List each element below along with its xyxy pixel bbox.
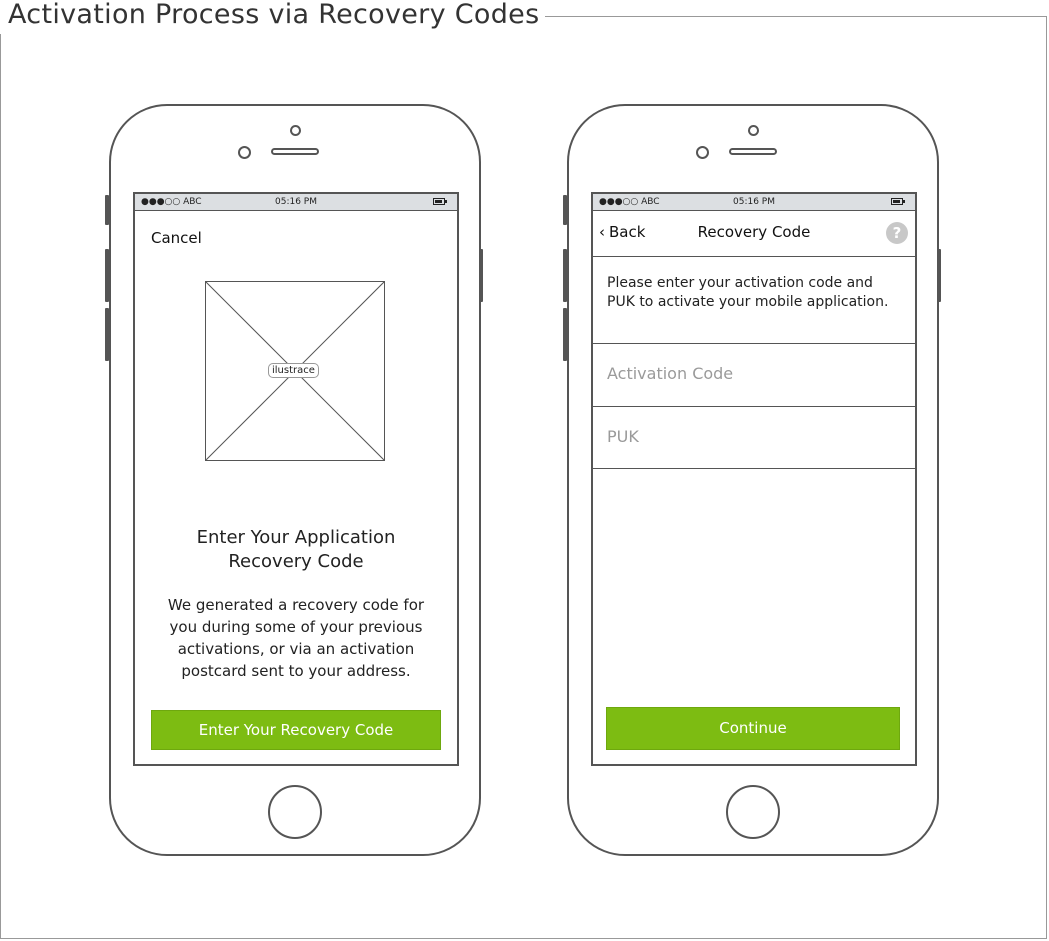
heading-line: Enter Your Application — [196, 527, 396, 548]
continue-button[interactable]: Continue — [606, 707, 900, 750]
description-line: activations, or via an activation — [177, 640, 415, 658]
screen-form: ●●●○○ ABC 05:16 PM ‹ Back Recovery Code ?… — [591, 192, 917, 766]
status-time: 05:16 PM — [275, 197, 317, 207]
battery-icon — [891, 198, 905, 205]
navigation-bar: ‹ Back Recovery Code ? — [593, 211, 915, 257]
earpiece-speaker — [271, 148, 319, 155]
volume-down-button — [105, 308, 109, 361]
page-title: Activation Process via Recovery Codes — [0, 0, 546, 32]
status-bar: ●●●○○ ABC 05:16 PM — [593, 194, 915, 211]
volume-up-button — [105, 249, 109, 302]
illustration-label: ilustrace — [268, 363, 319, 378]
home-button[interactable] — [268, 785, 322, 839]
intro-heading: Enter Your Application Recovery Code — [135, 526, 457, 574]
frame-title-wrap: Activation Process via Recovery Codes — [0, 0, 546, 34]
status-time: 05:16 PM — [733, 197, 775, 207]
mute-switch — [563, 195, 567, 225]
illustration-placeholder: ilustrace — [205, 281, 385, 461]
instruction-text: Please enter your activation code and PU… — [607, 274, 903, 312]
help-icon[interactable]: ? — [886, 222, 908, 244]
instruction-line: Please enter your activation code and — [607, 275, 873, 291]
home-button[interactable] — [726, 785, 780, 839]
screen-intro: ●●●○○ ABC 05:16 PM Cancel ilustrace Ente… — [133, 192, 459, 766]
front-camera — [290, 125, 301, 136]
activation-code-placeholder: Activation Code — [607, 364, 734, 383]
puk-field[interactable]: PUK — [593, 406, 915, 469]
description-line: postcard sent to your address. — [181, 662, 411, 680]
activation-code-field[interactable]: Activation Code — [593, 343, 915, 406]
cancel-button[interactable]: Cancel — [151, 229, 202, 247]
enter-recovery-code-button[interactable]: Enter Your Recovery Code — [151, 710, 441, 750]
mute-switch — [105, 195, 109, 225]
power-button — [937, 249, 941, 302]
instruction-line: PUK to activate your mobile application. — [607, 294, 889, 310]
sensor — [696, 146, 709, 159]
description-line: you during some of your previous — [169, 618, 423, 636]
intro-description: We generated a recovery code for you dur… — [149, 594, 443, 682]
sensor — [238, 146, 251, 159]
puk-placeholder: PUK — [607, 427, 639, 446]
screen-title: Recovery Code — [697, 223, 811, 241]
earpiece-speaker — [729, 148, 777, 155]
battery-icon — [433, 198, 447, 205]
front-camera — [748, 125, 759, 136]
volume-up-button — [563, 249, 567, 302]
volume-down-button — [563, 308, 567, 361]
description-line: We generated a recovery code for — [167, 596, 425, 614]
status-bar: ●●●○○ ABC 05:16 PM — [135, 194, 457, 211]
power-button — [479, 249, 483, 302]
heading-line: Recovery Code — [228, 551, 364, 572]
